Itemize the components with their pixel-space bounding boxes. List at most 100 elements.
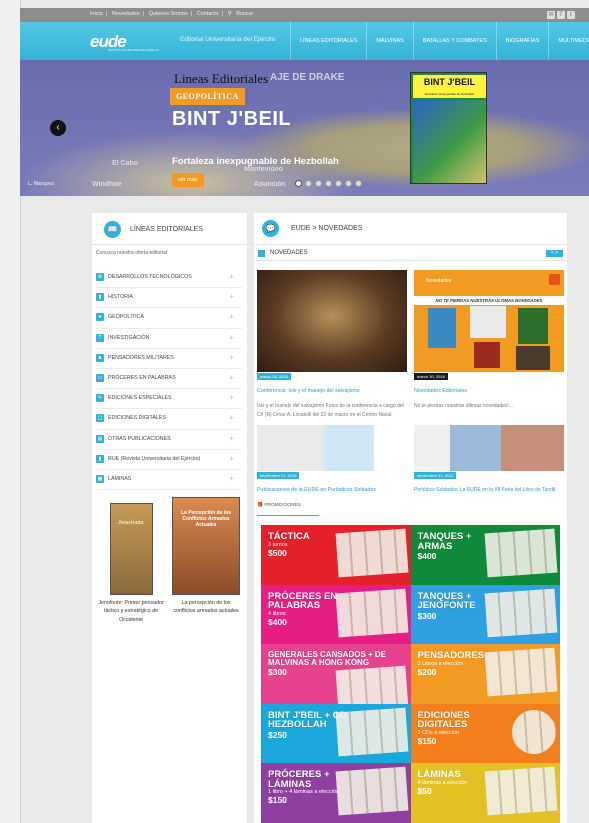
- plus-icon[interactable]: +: [229, 454, 234, 463]
- hero-slider: AJE DE DRAKE El Cabo Montevideo Asunción…: [20, 60, 589, 196]
- news-image[interactable]: [257, 425, 407, 471]
- ver-mas-button[interactable]: ver más: [172, 173, 204, 187]
- mail-icon[interactable]: ✉: [547, 11, 555, 19]
- menu-item-ediciones-digitales[interactable]: ▢ EDICIONES DIGITALES +: [96, 409, 242, 430]
- book-caption[interactable]: La percepción de los conflictos armados …: [172, 599, 240, 616]
- slider-dot[interactable]: [335, 180, 342, 187]
- menu-item-historia[interactable]: ▮ HISTORIA +: [96, 288, 242, 309]
- promo-heading: TANQUES + ARMAS: [417, 531, 472, 552]
- nav-batallas-combates[interactable]: BATALLAS Y COMBATES: [412, 22, 496, 60]
- nav-multimedia[interactable]: MULTIMEDIA: [548, 22, 589, 60]
- promo-tanques-armas[interactable]: TANQUES + ARMAS $400: [410, 525, 560, 585]
- news-card[interactable]: Novedades NO TE PIERDAS NUESTRAS ÚLTIMAS…: [414, 270, 564, 409]
- map-label: Windhoe: [92, 181, 122, 188]
- books-image: [335, 588, 408, 637]
- promo-laminas[interactable]: LÁMINAS 4 láminas a elección $50: [410, 763, 560, 823]
- top-link-contacto[interactable]: Contacto: [197, 11, 219, 17]
- plus-icon[interactable]: +: [229, 353, 234, 362]
- banner-text: NO TE PIERDAS NUESTRAS ÚLTIMAS NOVEDADES: [414, 296, 564, 305]
- promo-bint-jbeil-cd[interactable]: BINT J'BEIL + CD HEZBOLLAH $250: [261, 703, 411, 764]
- news-excerpt: No te pierdas nuestras últimas novedades…: [414, 403, 513, 409]
- promo-pensadores[interactable]: PENSADORES 2 Libros a elección $200: [410, 644, 560, 704]
- slider-dot[interactable]: [345, 180, 352, 187]
- prints-image: [484, 767, 558, 816]
- slider-dot[interactable]: [305, 180, 312, 187]
- menu-item-rue[interactable]: ▮ RUE (Revista Universitaria del Ejército…: [96, 450, 242, 470]
- slider-dot[interactable]: [325, 180, 332, 187]
- facebook-icon[interactable]: f: [557, 11, 565, 19]
- news-card[interactable]: marzo 24, 2016 Conferencia: Isis y el ma…: [257, 270, 407, 418]
- map-label: Montevideo: [244, 166, 283, 173]
- book-cover-image[interactable]: La Percepción de los Conflictos Armados …: [172, 497, 240, 595]
- nav-biografias[interactable]: BIOGRAFÍAS: [495, 22, 549, 60]
- news-title[interactable]: Novedades Editoriales: [414, 388, 467, 394]
- promo-generales-malvinas[interactable]: GENERALES CANSADOS + DE MALVINAS A HONG …: [261, 644, 411, 704]
- plus-icon[interactable]: +: [229, 413, 234, 422]
- menu-item-laminas[interactable]: ▦ LÁMINAS +: [96, 470, 242, 491]
- plus-icon[interactable]: +: [229, 272, 234, 281]
- promo-heading: EDICIONES DIGITALES: [417, 709, 470, 731]
- top-link-inicio[interactable]: Inicio: [90, 11, 103, 17]
- promo-proceres-laminas[interactable]: PRÓCERES + LÁMINAS 1 libro + 4 láminas a …: [261, 763, 411, 823]
- promo-tactica[interactable]: TÁCTICA 3 tomos $500: [261, 525, 411, 585]
- promo-proceres-palabras[interactable]: PRÓCERES EN PALABRAS 4 libros $400: [261, 584, 411, 645]
- news-excerpt: Isis y el manejo del salvajismo Fotos de…: [257, 403, 404, 418]
- menu-item-otras-publicaciones[interactable]: ▤ OTRAS PUBLICACIONES +: [96, 430, 242, 450]
- nav-malvinas[interactable]: MALVINAS: [366, 22, 412, 60]
- novedades-panel: 💬 EUDE > NOVEDADES NOVEDADES < > marzo 2…: [254, 213, 567, 823]
- plus-icon[interactable]: +: [229, 393, 234, 402]
- panel-intro: Conozca nuestra oferta editorial: [96, 250, 167, 256]
- top-link-quienes-somos[interactable]: Quienes Somos: [149, 11, 188, 17]
- slider-prev-arrow-icon[interactable]: ‹: [50, 120, 66, 136]
- hourglass-icon: ▮: [96, 293, 104, 302]
- news-title[interactable]: Periódico Soldados: La EUDE en la XII Fe…: [414, 487, 555, 493]
- news-carousel-arrows[interactable]: < >: [546, 250, 563, 257]
- cover-map-image: [413, 100, 486, 183]
- search-icon[interactable]: ⚲: [228, 11, 232, 17]
- menu-item-proceres-en-palabras[interactable]: ▭ PRÓCERES EN PALABRAS +: [96, 369, 242, 390]
- news-card[interactable]: septiembre 21, 2015 Periódico Soldados: …: [414, 425, 564, 493]
- news-card[interactable]: septiembre 21, 2015 Publicaciones de la …: [257, 425, 407, 493]
- featured-book-jenofonte[interactable]: Jenofonte Jenofonte: Primer pensador tác…: [98, 503, 164, 624]
- twitter-icon[interactable]: t: [567, 11, 575, 19]
- cd-image: [510, 708, 558, 756]
- slider-dot[interactable]: [355, 180, 362, 187]
- news-title[interactable]: Publicaciones de la EUDE en Periódicos S…: [257, 487, 376, 493]
- news-image[interactable]: Novedades NO TE PIERDAS NUESTRAS ÚLTIMAS…: [414, 270, 564, 372]
- nav-lineas-editoriales[interactable]: LÍNEAS EDITORIALES: [290, 22, 366, 60]
- eude-logo[interactable]: eude EDITORIAL UNIVERSITARIA DEL EJÉRCIT…: [86, 28, 159, 54]
- book-cover[interactable]: BINT J'BEIL Fortaleza inexpugnable de He…: [410, 72, 487, 184]
- separator: |: [105, 11, 108, 17]
- top-link-novedades[interactable]: Novedades: [112, 11, 140, 17]
- plus-icon[interactable]: +: [229, 292, 234, 301]
- top-link-buscar[interactable]: Buscar: [236, 11, 253, 17]
- plus-icon[interactable]: +: [229, 312, 234, 321]
- separator: |: [221, 11, 224, 17]
- slider-dot[interactable]: [295, 180, 302, 187]
- menu-item-desarrollos-tecnologicos[interactable]: ⚙ DESARROLLOS TECNOLÓGICOS +: [96, 268, 242, 289]
- menu-item-geopolitica[interactable]: ● GEOPOLÍTICA +: [96, 308, 242, 329]
- news-title[interactable]: Conferencia: Isis y el manejo del salvaj…: [257, 388, 360, 394]
- promo-ediciones-digitales[interactable]: EDICIONES DIGITALES 2 CDs a elección $150: [410, 703, 560, 764]
- menu-item-ediciones-especiales[interactable]: ✎ EDICIONES ESPECIALES +: [96, 389, 242, 410]
- news-image[interactable]: [414, 425, 564, 471]
- promo-tanques-jenofonte[interactable]: TANQUES + JENOFONTE $300: [410, 584, 560, 645]
- book-cover-title: La Percepción de los Conflictos Armados …: [180, 510, 232, 528]
- image-icon: ▦: [96, 474, 104, 483]
- pencil-icon: ✎: [96, 394, 104, 403]
- plus-icon[interactable]: +: [229, 474, 234, 483]
- featured-book-percepcion[interactable]: La Percepción de los Conflictos Armados …: [172, 497, 240, 616]
- plus-icon[interactable]: +: [229, 333, 234, 342]
- slider-dot[interactable]: [315, 180, 322, 187]
- menu-item-pensadores-militares[interactable]: ♞ PENSADORES MILITARES +: [96, 349, 242, 369]
- plus-icon[interactable]: +: [229, 373, 234, 382]
- globe-icon: ●: [96, 313, 104, 322]
- book-caption[interactable]: Jenofonte: Primer pensador táctico y est…: [98, 599, 164, 624]
- slide-book-title: BINT J'BEIL: [172, 108, 292, 130]
- news-image[interactable]: [257, 270, 407, 372]
- tab-promociones[interactable]: 🎁 PROMOCIONES: [257, 503, 301, 508]
- menu-item-investigacion[interactable]: ? INVESTIGACIÓN +: [96, 329, 242, 349]
- plus-icon[interactable]: +: [229, 434, 234, 443]
- book-cover-image[interactable]: Jenofonte: [109, 503, 153, 595]
- lineas-editoriales-panel: 📖 LÍNEAS EDITORIALES Conozca nuestra ofe…: [92, 213, 247, 823]
